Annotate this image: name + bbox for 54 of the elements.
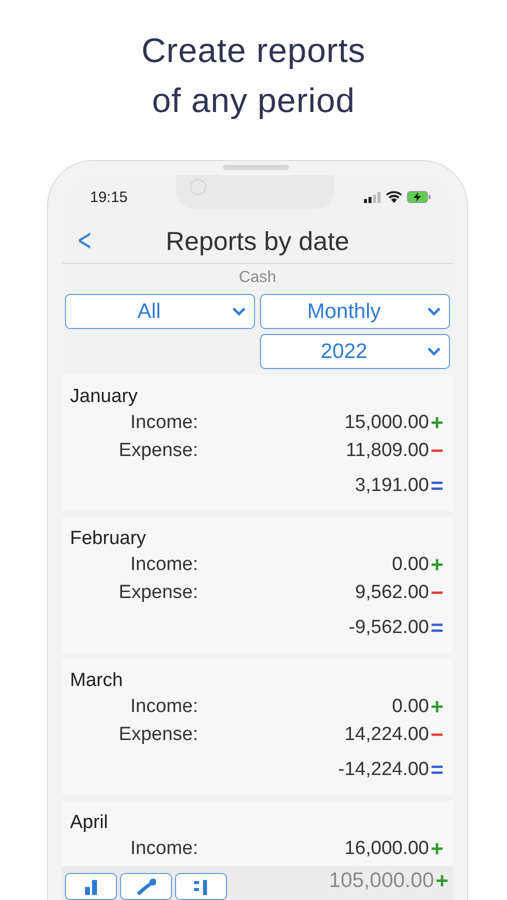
sign-symbol: + (430, 554, 444, 576)
chart-button[interactable] (175, 873, 227, 900)
sign-symbol: + (434, 868, 450, 894)
chart-button[interactable] (120, 873, 172, 900)
amount: 9,562.00 (354, 582, 429, 604)
amount: -9,562.00 (348, 617, 429, 639)
line-chart-icon (136, 876, 156, 896)
sign-symbol: + (430, 838, 444, 860)
headline: Create reports (140, 31, 367, 72)
total-amount: 105,000.00 (328, 869, 434, 893)
amount: 3,191.00 (354, 475, 429, 497)
row-label: Expense: (118, 440, 198, 462)
chevron-down-icon (232, 307, 246, 316)
dropdown[interactable]: All (65, 294, 255, 329)
amount: 16,000.00 (343, 838, 429, 860)
amount: 0.00 (391, 554, 429, 576)
amount: 11,809.00 (344, 440, 429, 462)
chevron-down-icon (427, 307, 441, 316)
status-time: 19:15 (90, 188, 128, 206)
speaker-slot (223, 165, 289, 170)
signal-icon (364, 192, 381, 202)
amount: -14,224.00 (337, 759, 429, 781)
screen-title: Reports by date (166, 226, 350, 256)
sign-symbol: + (430, 412, 444, 434)
account-label: Cash (238, 269, 278, 288)
row-label: Expense: (118, 724, 198, 746)
period-title: April (70, 811, 110, 835)
sign-symbol: + (430, 696, 444, 718)
sign-symbol: = (430, 759, 444, 781)
wifi-icon (386, 191, 402, 203)
sign-symbol: = (430, 475, 444, 497)
row-label: Income: (129, 838, 198, 860)
row-label: Expense: (118, 582, 198, 604)
chevron-down-icon (427, 347, 441, 356)
chart-button[interactable] (65, 873, 117, 900)
camera-dot (190, 179, 206, 195)
sign-symbol: − (430, 582, 444, 604)
sign-symbol: − (430, 440, 444, 462)
dropdown[interactable]: 2022 (260, 334, 450, 369)
dropdown[interactable]: Monthly (260, 294, 450, 329)
back-button[interactable]: < (73, 226, 96, 256)
amount: 14,224.00 (343, 724, 429, 746)
sign-symbol: = (430, 617, 444, 639)
sign-symbol: − (430, 724, 444, 746)
row-label: Income: (129, 696, 198, 718)
row-label: Income: (129, 412, 198, 434)
period-title: January (70, 385, 139, 409)
row-label: Income: (129, 554, 198, 576)
amount: 0.00 (391, 696, 429, 718)
headline: of any period (150, 81, 356, 122)
period-title: March (70, 669, 124, 693)
battery-charging-icon (407, 191, 431, 203)
period-title: February (70, 527, 148, 551)
amount: 15,000.00 (343, 412, 429, 434)
